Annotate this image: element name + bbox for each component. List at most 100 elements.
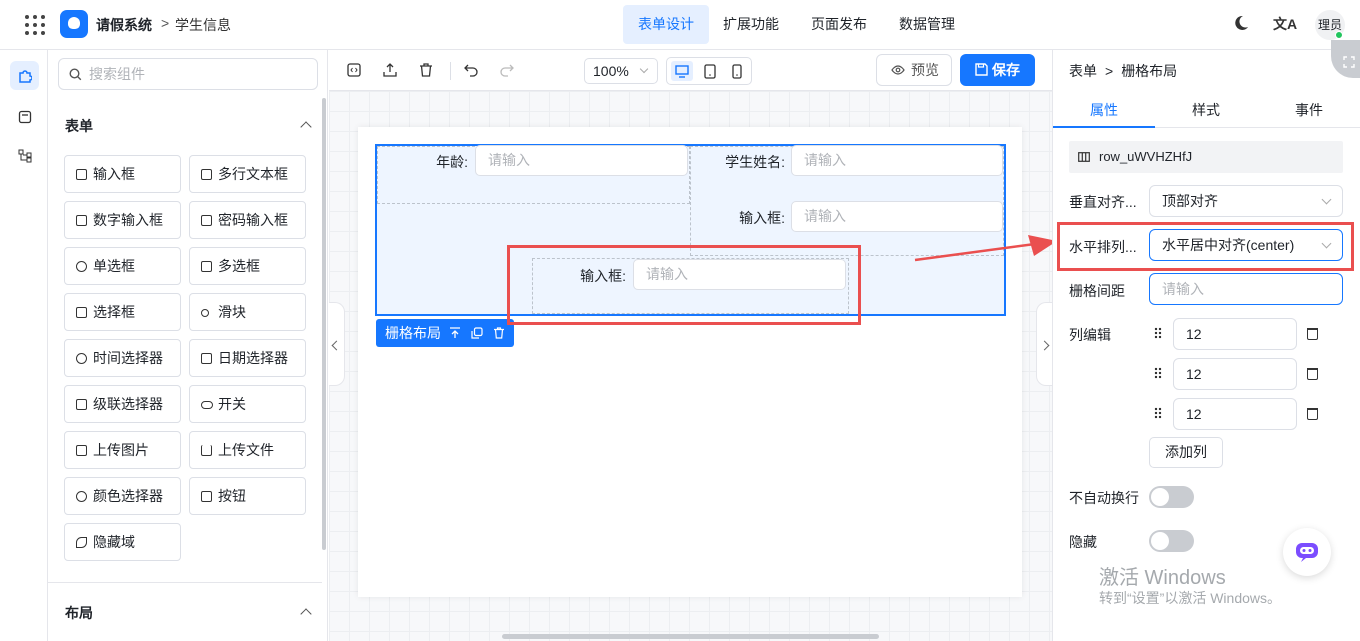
vertical-align-label: 垂直对齐... [1069,194,1137,210]
delete-column-icon[interactable] [1307,368,1318,380]
vertical-align-select[interactable]: 顶部对齐 [1149,185,1343,217]
app-logo [60,10,88,38]
components-scrollbar[interactable] [322,98,326,550]
field-label-age: 年龄: [436,154,468,170]
tab-style[interactable]: 样式 [1155,100,1257,128]
trash-icon[interactable] [493,327,505,339]
component-upload-file[interactable]: 上传文件 [189,431,306,469]
hidden-toggle[interactable] [1149,530,1194,552]
age-input[interactable]: 请输入 [475,145,688,176]
column-span-input[interactable]: 12 [1173,318,1297,350]
section-title-form: 表单 [65,118,93,134]
add-column-button[interactable]: 添加列 [1149,437,1223,468]
column-span-input[interactable]: 12 [1173,358,1297,390]
gutter-input[interactable]: 请输入 [1149,273,1343,305]
tab-events[interactable]: 事件 [1257,100,1360,128]
search-input[interactable]: 搜索组件 [58,58,318,90]
save-button[interactable]: 保存 [960,54,1035,86]
cascader-icon [76,399,87,410]
tab-data-management[interactable]: 数据管理 [887,5,967,44]
drag-handle-icon[interactable] [1154,367,1162,379]
component-color-picker[interactable]: 颜色选择器 [64,477,181,515]
collapse-left-handle[interactable] [329,302,345,386]
language-icon[interactable]: 文A [1273,14,1297,34]
palette-icon [76,491,87,502]
component-time-picker[interactable]: 时间选择器 [64,339,181,377]
component-input[interactable]: 输入框 [64,155,181,193]
component-slider[interactable]: 滑块 [189,293,306,331]
slider-icon [201,309,209,317]
component-id-display: row_uWVHZHfJ [1069,141,1343,173]
delete-column-icon[interactable] [1307,408,1318,420]
save-icon [975,63,988,76]
components-rail-button[interactable] [10,61,39,90]
component-select[interactable]: 选择框 [64,293,181,331]
component-button[interactable]: 按钮 [189,477,306,515]
tree-rail-button[interactable] [10,141,39,170]
divider [48,582,322,583]
radio-icon [76,261,87,272]
activation-watermark-text: 转到“设置”以激活 Windows。 [1099,590,1282,606]
component-cascader[interactable]: 级联选择器 [64,385,181,423]
component-password[interactable]: 密码输入框 [189,201,306,239]
active-tab-indicator [1053,126,1155,128]
drag-handle-icon[interactable] [1154,407,1162,419]
app-name[interactable]: 请假系统 [96,15,152,35]
text-input[interactable]: 请输入 [791,201,1003,232]
chevron-up-icon[interactable] [300,608,312,620]
component-switch[interactable]: 开关 [189,385,306,423]
component-radio[interactable]: 单选框 [64,247,181,285]
mobile-icon[interactable] [732,64,742,79]
delete-icon[interactable] [419,63,433,77]
select-icon [76,307,87,318]
columns-icon [1078,152,1090,162]
field-label-student-name: 学生姓名: [725,154,785,170]
move-up-icon[interactable] [449,327,461,339]
student-name-input[interactable]: 请输入 [791,145,1003,176]
delete-column-icon[interactable] [1307,328,1318,340]
tab-extensions[interactable]: 扩展功能 [711,5,791,44]
grid-layout-tag[interactable]: 栅格布局 [376,319,514,347]
tab-form-design[interactable]: 表单设计 [623,5,709,44]
tab-properties[interactable]: 属性 [1053,100,1155,128]
preview-button[interactable]: 预览 [876,54,952,86]
code-view-icon[interactable] [347,63,361,77]
redo-icon[interactable] [500,63,514,77]
tablet-icon[interactable] [704,64,716,79]
annotation-arrow-icon [914,235,1057,262]
code-rail-button[interactable] [10,102,39,131]
apps-grid-icon[interactable] [25,15,45,35]
desktop-icon [675,65,689,78]
component-number-input[interactable]: 数字输入框 [64,201,181,239]
textarea-icon [201,169,212,180]
tab-publish[interactable]: 页面发布 [799,5,879,44]
zoom-value: 100% [593,63,629,79]
breadcrumb[interactable]: 学生信息 [175,15,231,35]
canvas-scrollbar[interactable] [502,634,879,639]
component-date-picker[interactable]: 日期选择器 [189,339,306,377]
drag-handle-icon[interactable] [1154,327,1162,339]
copy-icon[interactable] [471,327,483,339]
eye-off-icon [76,537,87,548]
export-icon[interactable] [383,63,397,77]
dark-mode-icon[interactable] [1233,15,1249,31]
chevron-right-icon [1039,340,1050,351]
no-wrap-toggle[interactable] [1149,486,1194,508]
assistant-button[interactable] [1283,528,1331,576]
checkbox-icon [201,261,212,272]
number-icon [76,215,87,226]
desktop-button[interactable] [671,61,693,81]
component-upload-image[interactable]: 上传图片 [64,431,181,469]
component-textarea[interactable]: 多行文本框 [189,155,306,193]
undo-icon[interactable] [464,63,478,77]
fullscreen-button[interactable] [1331,40,1360,78]
column-span-input[interactable]: 12 [1173,398,1297,430]
clock-icon [76,353,87,364]
upload-icon [201,445,212,456]
component-hidden-field[interactable]: 隐藏域 [64,523,181,561]
collapse-right-handle[interactable] [1036,302,1052,386]
zoom-select[interactable]: 100% [584,58,658,84]
chevron-up-icon[interactable] [300,121,312,133]
chevron-down-icon [639,64,649,74]
component-checkbox[interactable]: 多选框 [189,247,306,285]
